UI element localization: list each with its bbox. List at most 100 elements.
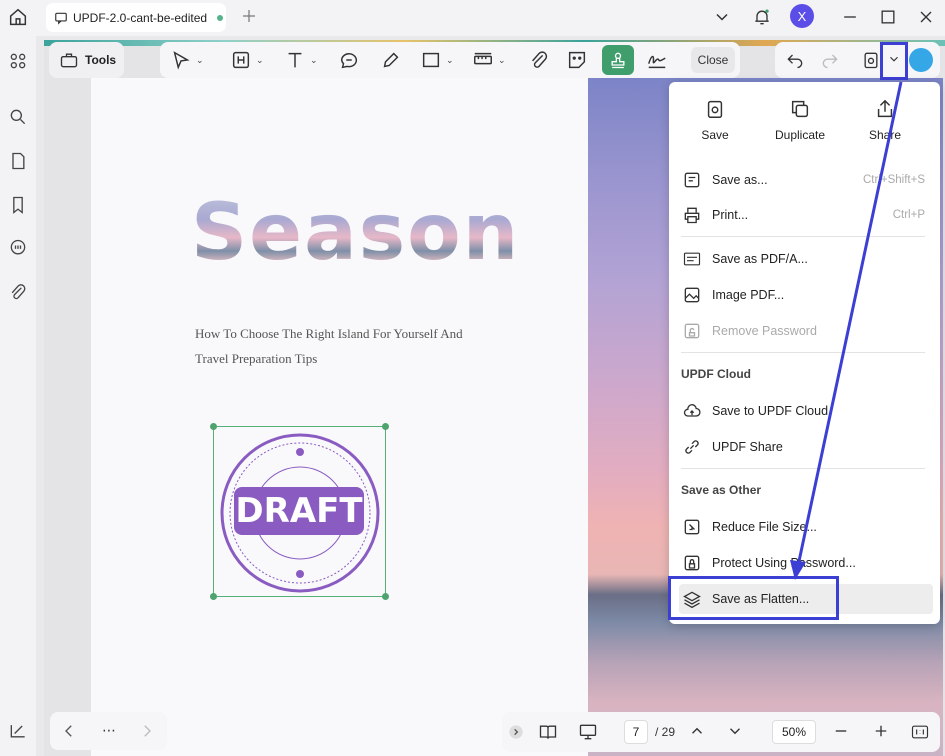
save-icon[interactable] <box>861 50 881 70</box>
chevron-down-icon[interactable] <box>726 722 744 740</box>
shape-tool[interactable]: ⌄ <box>420 48 454 72</box>
page-number-input[interactable]: 7 <box>624 720 648 744</box>
zoom-in-icon[interactable] <box>872 722 890 740</box>
updf-share-item[interactable]: UPDF Share <box>679 432 933 462</box>
flatten-highlight <box>668 576 839 620</box>
attach-tool[interactable] <box>528 48 550 72</box>
save-action[interactable]: Save <box>675 98 755 142</box>
chevron-down-icon: ⌄ <box>196 54 204 65</box>
save-pdfa-label: Save as PDF/A... <box>712 252 808 266</box>
search-icon[interactable] <box>8 107 28 127</box>
measure-tool[interactable]: ⌄ <box>472 48 506 72</box>
save-pdfa-item[interactable]: Save as PDF/A... <box>679 244 933 274</box>
pencil-tool[interactable] <box>380 48 402 72</box>
text-tool[interactable]: ⌄ <box>284 48 318 72</box>
remove-password-item[interactable]: Remove Password <box>679 316 933 346</box>
chevron-down-icon: ⌄ <box>498 54 506 65</box>
signature-tool[interactable] <box>646 48 668 72</box>
reading-mode-icon[interactable] <box>538 722 558 742</box>
reduce-size-item[interactable]: Reduce File Size... <box>679 512 933 542</box>
more-icon[interactable]: ⋯ <box>102 722 116 739</box>
save-as-shortcut: Ctrl+Shift+S <box>863 174 925 186</box>
save-as-label: Save as... <box>712 173 768 187</box>
duplicate-action-label: Duplicate <box>774 128 826 142</box>
print-item[interactable]: Print... Ctrl+P <box>679 200 933 230</box>
comments-icon[interactable] <box>8 238 28 258</box>
image-pdf-label: Image PDF... <box>712 288 785 302</box>
text-box-icon <box>232 51 250 69</box>
save-as-icon <box>684 172 700 188</box>
minimize-icon[interactable] <box>840 6 860 28</box>
chevron-down-icon: ⌄ <box>446 54 454 65</box>
resize-handle[interactable] <box>382 423 389 430</box>
menu-divider <box>681 352 925 353</box>
home-icon[interactable] <box>7 6 29 28</box>
ai-assistant-icon[interactable] <box>909 48 933 72</box>
cloud-section-title: UPDF Cloud <box>681 367 751 381</box>
bottom-toolbar: 7 / 29 50% <box>502 712 940 752</box>
new-tab-icon[interactable] <box>240 7 258 25</box>
chevron-down-icon[interactable] <box>712 6 732 28</box>
avatar[interactable]: X <box>790 4 814 28</box>
compress-icon <box>684 519 700 535</box>
resize-handle[interactable] <box>210 423 217 430</box>
tab-title: UPDF-2.0-cant-be-edited <box>73 10 208 25</box>
save-icon <box>707 100 723 118</box>
share-action[interactable]: Share <box>845 98 925 142</box>
undo-icon[interactable] <box>785 50 805 70</box>
bookmark-icon[interactable] <box>8 195 28 215</box>
paperclip-icon <box>532 51 548 68</box>
stamp-icon <box>611 52 625 69</box>
save-as-item[interactable]: Save as... Ctrl+Shift+S <box>679 165 933 195</box>
draft-stamp-text: DRAFT <box>234 487 364 535</box>
annotation-toolbar: ⌄ ⌄ ⌄ ⌄ ⌄ Close <box>160 42 740 78</box>
chevron-right-icon[interactable] <box>138 722 156 740</box>
select-tool[interactable]: ⌄ <box>170 48 204 72</box>
subtitle-line-2: Travel Preparation Tips <box>195 351 318 366</box>
print-label: Print... <box>712 208 749 222</box>
layers-icon[interactable] <box>8 721 28 741</box>
signature-icon <box>648 55 666 69</box>
resize-handle[interactable] <box>382 593 389 600</box>
highlight-tool[interactable]: ⌄ <box>230 48 264 72</box>
redo-icon[interactable] <box>820 50 840 70</box>
comment-tool[interactable] <box>338 48 360 72</box>
pencil-icon <box>383 52 399 68</box>
close-window-icon[interactable] <box>916 6 936 28</box>
presentation-icon[interactable] <box>578 722 598 742</box>
stamp-tool-button[interactable] <box>602 45 634 75</box>
attachment-icon[interactable] <box>8 282 28 302</box>
tools-label: Tools <box>85 53 117 67</box>
print-shortcut: Ctrl+P <box>892 209 925 221</box>
save-dropdown-menu: Save Duplicate Share Save as... Ctrl+Shi… <box>669 82 940 624</box>
stamp-selection[interactable]: DRAFT <box>210 423 389 600</box>
duplicate-action[interactable]: Duplicate <box>760 98 840 142</box>
reduce-size-label: Reduce File Size... <box>712 520 817 534</box>
dropdown-highlight[interactable] <box>880 42 908 80</box>
zoom-input[interactable]: 50% <box>772 720 816 744</box>
chevron-left-icon[interactable] <box>60 722 78 740</box>
document-tab[interactable]: UPDF-2.0-cant-be-edited <box>46 3 226 32</box>
tools-button[interactable]: Tools <box>49 42 124 78</box>
menu-divider <box>681 236 925 237</box>
image-pdf-item[interactable]: Image PDF... <box>679 280 933 310</box>
thumbnails-icon[interactable] <box>8 51 28 71</box>
save-cloud-item[interactable]: Save to UPDF Cloud <box>679 396 933 426</box>
toolbox-icon <box>60 53 78 68</box>
zoom-out-icon[interactable] <box>832 722 850 740</box>
cursor-icon <box>173 51 190 70</box>
pages-icon[interactable] <box>8 151 28 171</box>
lock-icon <box>684 555 700 571</box>
comment-icon <box>340 53 358 69</box>
expand-icon[interactable] <box>508 724 524 740</box>
chevron-up-icon[interactable] <box>688 722 706 740</box>
updf-share-label: UPDF Share <box>712 440 783 454</box>
pdfa-icon <box>683 252 701 266</box>
resize-handle[interactable] <box>210 593 217 600</box>
sticker-tool[interactable] <box>566 48 588 72</box>
actual-size-icon[interactable] <box>910 722 930 742</box>
maximize-icon[interactable] <box>878 6 898 28</box>
close-button[interactable]: Close <box>691 47 735 73</box>
protect-password-item[interactable]: Protect Using Password... <box>679 548 933 578</box>
bell-icon[interactable] <box>752 6 772 28</box>
